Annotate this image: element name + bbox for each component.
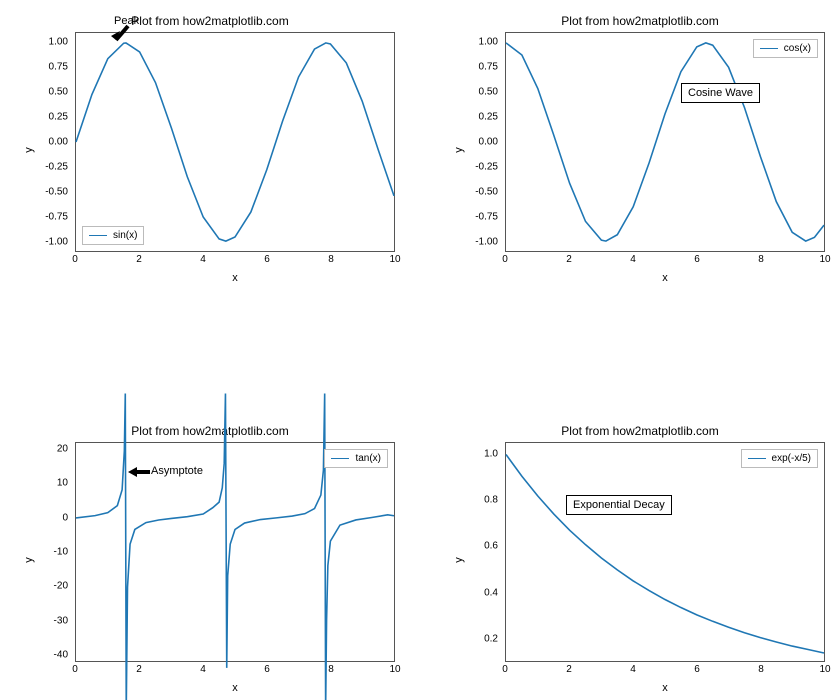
xticks-cos: 0246810 bbox=[505, 254, 825, 268]
xticks-exp: 0246810 bbox=[505, 664, 825, 678]
legend-label: tan(x) bbox=[355, 453, 381, 464]
yticks-exp: 0.20.40.60.81.0 bbox=[450, 442, 500, 662]
curve-tan bbox=[76, 393, 394, 700]
xticks-sin: 0246810 bbox=[75, 254, 395, 268]
title-exp: Plot from how2matplotlib.com bbox=[450, 424, 830, 438]
legend-cos: cos(x) bbox=[753, 39, 818, 58]
panel-cos: Plot from how2matplotlib.com y x -1.00-0… bbox=[450, 10, 830, 290]
legend-sin: sin(x) bbox=[82, 226, 144, 245]
title-tan: Plot from how2matplotlib.com bbox=[20, 424, 400, 438]
legend-swatch-icon bbox=[331, 458, 349, 459]
xticks-tan: 0246810 bbox=[75, 664, 395, 678]
xlabel-sin: x bbox=[75, 272, 395, 284]
panel-tan: Plot from how2matplotlib.com y x -40-30-… bbox=[20, 420, 400, 700]
xlabel-tan: x bbox=[75, 682, 395, 694]
legend-label: cos(x) bbox=[784, 43, 811, 54]
yticks-tan: -40-30-20-1001020 bbox=[20, 442, 70, 662]
chart-grid: Plot from how2matplotlib.com y x -1.00-0… bbox=[0, 0, 840, 700]
arrow-icon bbox=[112, 26, 136, 55]
arrow-icon bbox=[128, 465, 152, 484]
title-sin: Plot from how2matplotlib.com bbox=[20, 14, 400, 28]
xlabel-exp: x bbox=[505, 682, 825, 694]
curve-sin bbox=[76, 43, 394, 241]
panel-exp: Plot from how2matplotlib.com y x 0.20.40… bbox=[450, 420, 830, 700]
annotation-asymptote: Asymptote bbox=[151, 465, 203, 477]
legend-swatch-icon bbox=[89, 235, 107, 236]
curve-exp bbox=[506, 454, 824, 652]
yticks-sin: -1.00-0.75-0.50-0.250.000.250.500.751.00 bbox=[20, 32, 70, 252]
plot-cos: cos(x) Cosine Wave bbox=[505, 32, 825, 252]
panel-sin: Plot from how2matplotlib.com y x -1.00-0… bbox=[20, 10, 400, 290]
textbox-cosine: Cosine Wave bbox=[681, 83, 760, 103]
title-cos: Plot from how2matplotlib.com bbox=[450, 14, 830, 28]
legend-label: sin(x) bbox=[113, 230, 137, 241]
xlabel-cos: x bbox=[505, 272, 825, 284]
plot-tan: tan(x) Asymptote bbox=[75, 442, 395, 662]
plot-exp: exp(-x/5) Exponential Decay bbox=[505, 442, 825, 662]
curve-cos bbox=[506, 43, 824, 241]
textbox-exp: Exponential Decay bbox=[566, 495, 672, 515]
legend-tan: tan(x) bbox=[324, 449, 388, 468]
legend-label: exp(-x/5) bbox=[772, 453, 811, 464]
legend-swatch-icon bbox=[748, 458, 766, 459]
plot-sin: sin(x) Peak bbox=[75, 32, 395, 252]
yticks-cos: -1.00-0.75-0.50-0.250.000.250.500.751.00 bbox=[450, 32, 500, 252]
legend-swatch-icon bbox=[760, 48, 778, 49]
legend-exp: exp(-x/5) bbox=[741, 449, 818, 468]
